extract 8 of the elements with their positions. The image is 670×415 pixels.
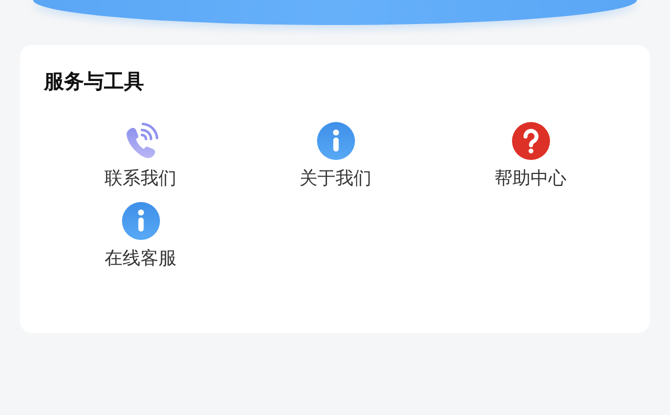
menu-item[interactable]: 帮助中心 bbox=[494, 167, 566, 191]
info-icon bbox=[316, 121, 356, 161]
section-title: 服务与工具 bbox=[44, 68, 144, 95]
menu-item[interactable]: 联系我们 bbox=[104, 167, 176, 191]
info-icon bbox=[120, 201, 160, 241]
menu-item[interactable]: 关于我们 bbox=[300, 167, 372, 191]
help-icon bbox=[510, 121, 550, 161]
menu-item[interactable]: 在线客服 bbox=[104, 247, 176, 271]
